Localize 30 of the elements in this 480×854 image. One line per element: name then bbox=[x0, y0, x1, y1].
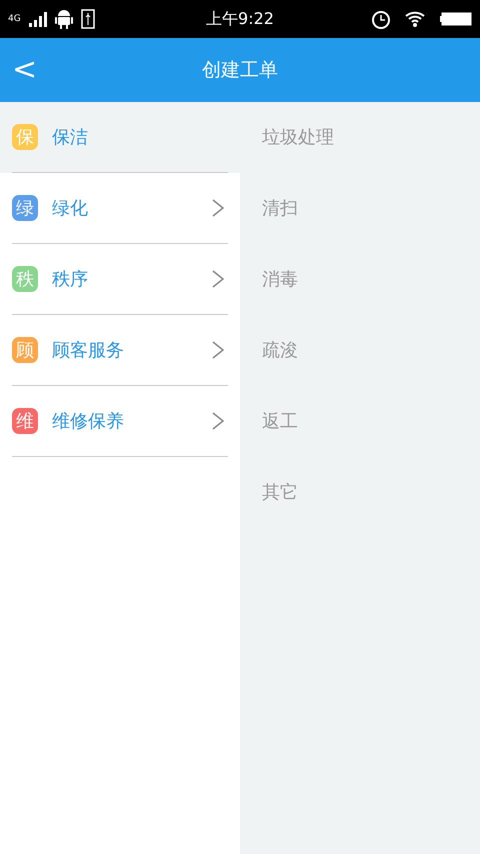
category-badge: 保 bbox=[12, 124, 38, 150]
category-badge: 秩 bbox=[12, 266, 38, 292]
subcategory-item[interactable]: 其它 bbox=[262, 479, 298, 506]
subcategory-item[interactable]: 返工 bbox=[262, 408, 298, 435]
category-label: 秩序 bbox=[52, 268, 88, 292]
subcategory-item[interactable]: 疏浚 bbox=[262, 337, 298, 364]
subcategory-item[interactable]: 垃圾处理 bbox=[262, 124, 334, 151]
network-type: 4G bbox=[8, 14, 21, 24]
category-label: 绿化 bbox=[52, 196, 88, 220]
chevron-icon bbox=[212, 199, 224, 217]
category-badge: 绿 bbox=[12, 195, 38, 221]
chevron-icon bbox=[212, 341, 224, 359]
back-button[interactable]: < bbox=[0, 55, 38, 85]
category-item[interactable]: 保 保洁 bbox=[0, 102, 240, 173]
chevron-icon bbox=[212, 412, 224, 430]
subcategory-item[interactable]: 消毒 bbox=[262, 266, 298, 293]
signal-icon bbox=[28, 11, 47, 27]
clock-time: 上午9:22 bbox=[206, 8, 274, 30]
page-title: 创建工单 bbox=[202, 58, 278, 83]
android-icon bbox=[54, 9, 73, 29]
alarm-icon bbox=[370, 8, 392, 30]
battery-icon bbox=[440, 12, 472, 26]
category-badge: 维 bbox=[12, 408, 38, 434]
category-label: 保洁 bbox=[52, 126, 88, 150]
usb-icon bbox=[80, 9, 95, 29]
category-label: 维修保养 bbox=[52, 410, 124, 434]
category-badge: 顾 bbox=[12, 337, 38, 363]
category-label: 顾客服务 bbox=[52, 338, 124, 362]
subcategory-item[interactable]: 清扫 bbox=[262, 195, 298, 222]
chevron-icon bbox=[212, 270, 224, 288]
